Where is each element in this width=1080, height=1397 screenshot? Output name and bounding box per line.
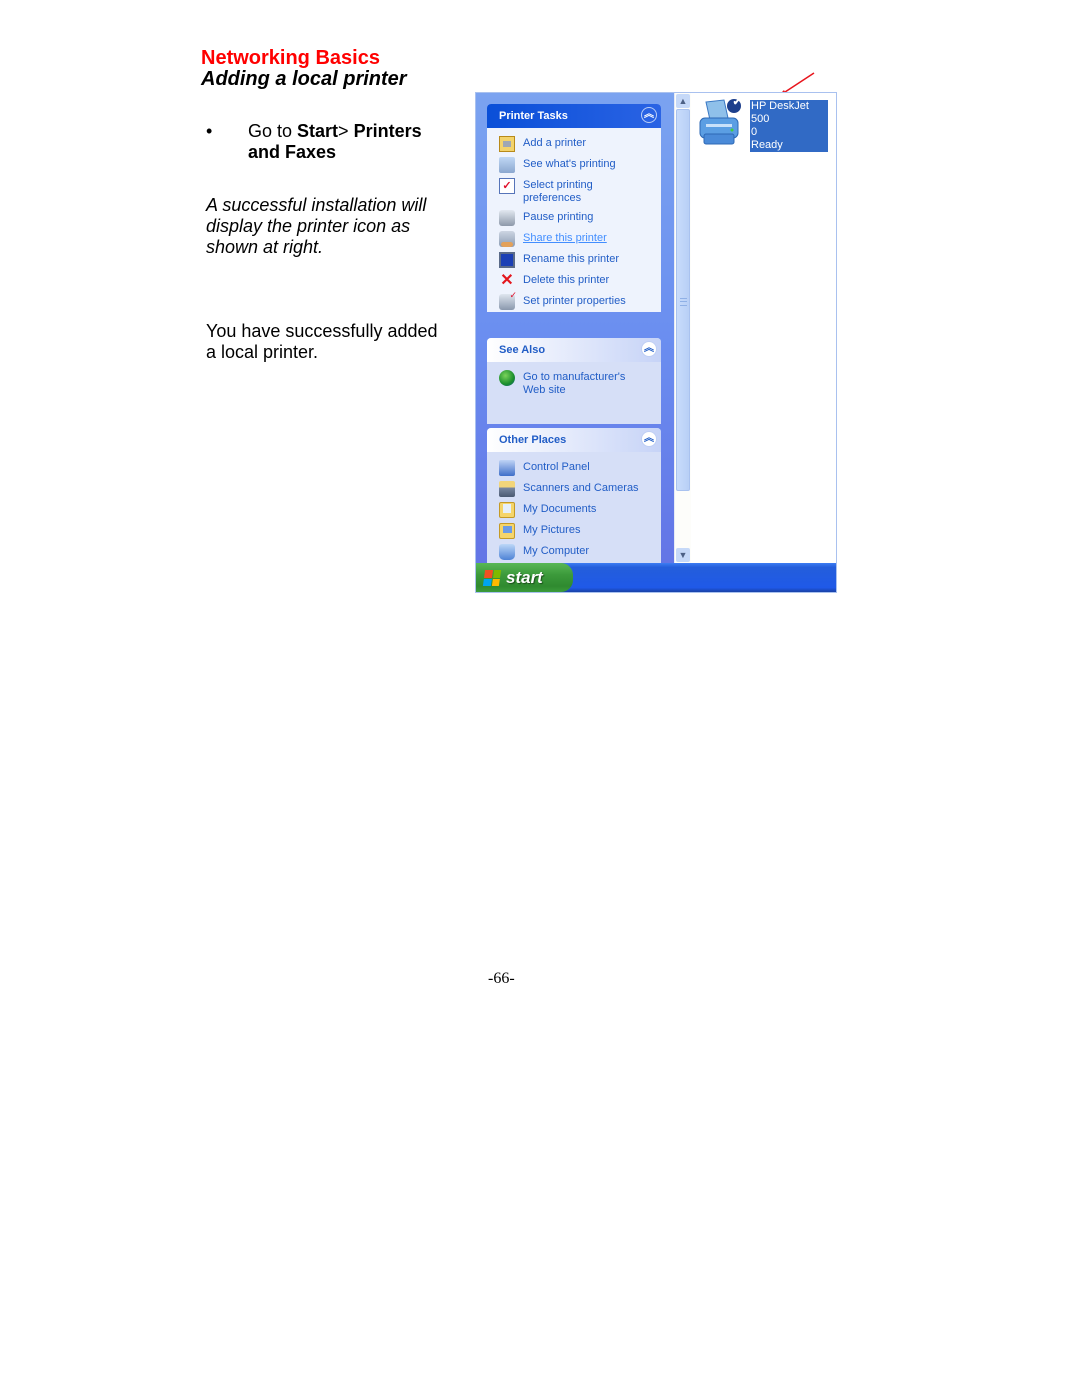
installation-note: A successful installation will display t… bbox=[206, 195, 427, 257]
vertical-scrollbar[interactable]: ▲ ▼ bbox=[674, 93, 691, 563]
printer-tasks-title: Printer Tasks bbox=[499, 110, 568, 122]
task-label: Go to manufacturer's Web site bbox=[523, 371, 626, 396]
page-number: -66- bbox=[488, 970, 515, 987]
task-rename-printer[interactable]: Rename this printer bbox=[487, 250, 661, 271]
place-my-documents[interactable]: My Documents bbox=[487, 500, 661, 521]
task-set-properties[interactable]: Set printer properties bbox=[487, 290, 661, 313]
instruction-prefix: Go to bbox=[248, 121, 298, 141]
task-label: Share this printer bbox=[523, 232, 607, 244]
task-label: Delete this printer bbox=[523, 274, 610, 286]
scroll-up-icon[interactable]: ▲ bbox=[676, 94, 690, 108]
my-pictures-icon bbox=[499, 523, 515, 539]
task-label: Add a printer bbox=[523, 137, 586, 149]
my-computer-icon bbox=[499, 544, 515, 560]
windows-logo-icon bbox=[482, 569, 502, 586]
double-chevron-up-icon[interactable]: ︽ bbox=[641, 431, 657, 447]
task-label: Select printing preferences bbox=[523, 179, 593, 204]
double-chevron-up-icon[interactable]: ︽ bbox=[641, 107, 657, 123]
task-pane: Printer Tasks ︽ Add a printer See what's… bbox=[476, 93, 674, 584]
start-label: start bbox=[506, 567, 543, 587]
bullet-marker: • bbox=[206, 121, 213, 141]
scroll-thumb[interactable] bbox=[676, 109, 690, 491]
share-printer-icon bbox=[499, 231, 515, 247]
default-printer-check-icon: ✔ bbox=[732, 97, 742, 108]
printer-item-hp-deskjet[interactable]: ✔ HP DeskJet 500 0 Ready bbox=[698, 97, 833, 158]
task-label: See what's printing bbox=[523, 158, 616, 170]
taskbar: start bbox=[476, 563, 836, 592]
task-manufacturer-site[interactable]: Go to manufacturer's Web site bbox=[487, 368, 661, 400]
section-subtitle: Adding a local printer bbox=[201, 68, 407, 90]
task-delete-printer[interactable]: ✕ Delete this printer bbox=[487, 271, 661, 292]
printer-tasks-body: Add a printer See what's printing ✓ Sele… bbox=[487, 128, 661, 312]
start-keyword: Start bbox=[297, 121, 339, 141]
task-label: Control Panel bbox=[523, 461, 590, 473]
task-label: Set printer properties bbox=[523, 295, 626, 307]
see-also-panel: See Also ︽ Go to manufacturer's Web site bbox=[487, 338, 661, 424]
globe-icon bbox=[499, 370, 515, 386]
printer-name-line1: HP DeskJet 500 bbox=[751, 100, 809, 125]
task-label: My Documents bbox=[523, 503, 597, 515]
other-places-title: Other Places bbox=[499, 434, 567, 446]
instruction-text: Go to Start> Printers and Faxes bbox=[248, 121, 448, 163]
success-message: You have successfully added a local prin… bbox=[206, 321, 438, 362]
see-also-title: See Also bbox=[499, 344, 546, 356]
grip-icon bbox=[680, 298, 687, 306]
rename-icon bbox=[499, 252, 515, 268]
other-places-header[interactable]: Other Places ︽ bbox=[487, 428, 661, 452]
task-label: Rename this printer bbox=[523, 253, 619, 265]
task-add-printer[interactable]: Add a printer bbox=[487, 134, 661, 155]
pause-printer-icon bbox=[499, 210, 515, 226]
scroll-down-icon[interactable]: ▼ bbox=[676, 548, 690, 562]
printer-properties-icon bbox=[499, 290, 517, 310]
task-label: Pause printing bbox=[523, 211, 594, 223]
task-share-printer[interactable]: Share this printer bbox=[487, 229, 661, 250]
printer-name-line2: 0 bbox=[751, 126, 758, 138]
my-documents-icon bbox=[499, 502, 515, 518]
scanner-icon bbox=[499, 481, 515, 497]
place-my-computer[interactable]: My Computer bbox=[487, 542, 661, 563]
printer-tasks-header[interactable]: Printer Tasks ︽ bbox=[487, 104, 661, 128]
task-pause-printing[interactable]: Pause printing bbox=[487, 208, 661, 229]
see-also-header[interactable]: See Also ︽ bbox=[487, 338, 661, 362]
printer-label: HP DeskJet 500 0 Ready bbox=[750, 100, 828, 152]
control-panel-icon bbox=[499, 460, 515, 476]
task-label: My Computer bbox=[523, 545, 590, 557]
start-button[interactable]: start bbox=[476, 563, 573, 592]
place-control-panel[interactable]: Control Panel bbox=[487, 458, 661, 479]
delete-icon: ✕ bbox=[500, 272, 514, 289]
path-separator: > bbox=[338, 121, 354, 141]
printer-status: Ready bbox=[751, 139, 783, 151]
printers-and-faxes-screenshot: Printer Tasks ︽ Add a printer See what's… bbox=[475, 92, 837, 593]
add-printer-icon bbox=[499, 136, 515, 152]
preferences-icon: ✓ bbox=[499, 178, 515, 194]
section-title: Networking Basics bbox=[201, 47, 380, 69]
see-also-body: Go to manufacturer's Web site bbox=[487, 362, 661, 424]
double-chevron-up-icon[interactable]: ︽ bbox=[641, 341, 657, 357]
task-select-preferences[interactable]: ✓ Select printing preferences bbox=[487, 176, 661, 208]
print-queue-icon bbox=[499, 157, 515, 173]
task-see-whats-printing[interactable]: See what's printing bbox=[487, 155, 661, 176]
place-scanners-cameras[interactable]: Scanners and Cameras bbox=[487, 479, 661, 500]
other-places-panel: Other Places ︽ Control Panel Scanners an… bbox=[487, 428, 661, 584]
task-label: Scanners and Cameras bbox=[523, 482, 639, 494]
task-label: My Pictures bbox=[523, 524, 581, 536]
printer-tasks-panel: Printer Tasks ︽ Add a printer See what's… bbox=[487, 104, 661, 312]
place-my-pictures[interactable]: My Pictures bbox=[487, 521, 661, 542]
